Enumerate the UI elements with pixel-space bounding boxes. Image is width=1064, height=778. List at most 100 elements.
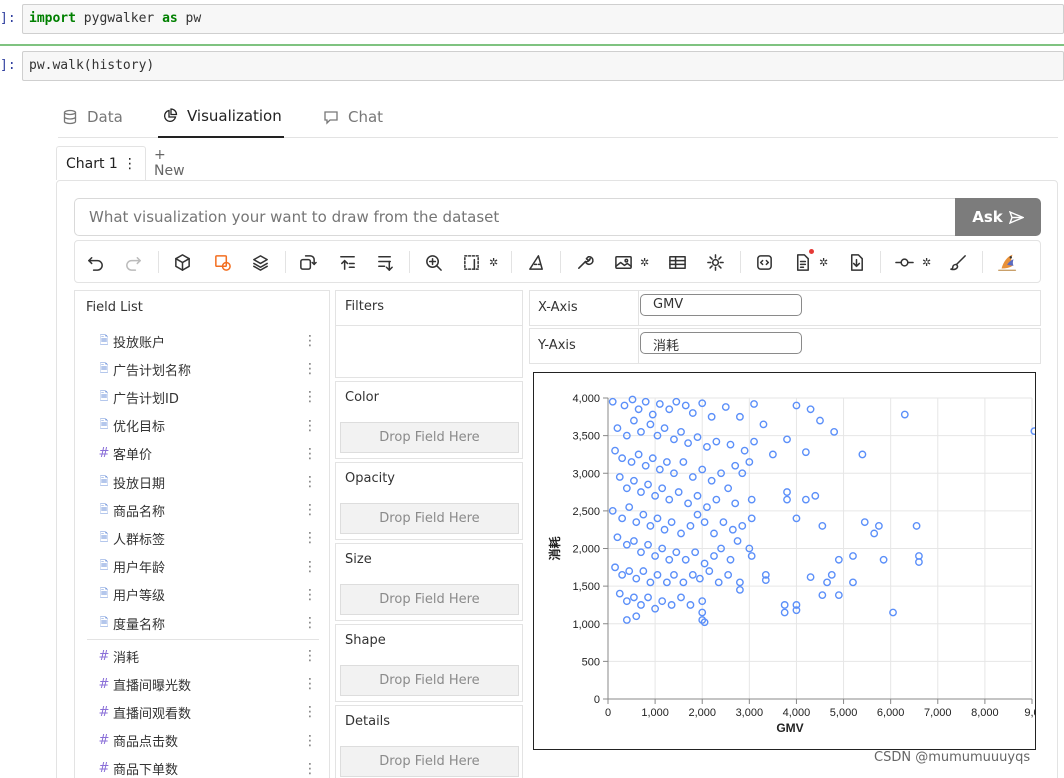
field-item-dimension[interactable]: 🗎 人群标签 ⋮ <box>97 528 317 548</box>
color-drop-zone[interactable]: Drop Field Here <box>340 422 519 453</box>
scatter-chart[interactable]: 0 1,000 2,000 3,000 4,000 5,000 6,000 7,000 8,00… <box>533 372 1036 750</box>
tab-data[interactable]: Data <box>62 96 123 138</box>
scatter-point <box>688 409 697 417</box>
code-editor[interactable]: pw.walk(history) <box>22 51 1064 81</box>
scatter-point <box>806 573 815 581</box>
scatter-point <box>644 480 652 489</box>
scatter-point <box>780 601 789 609</box>
zoom-icon[interactable] <box>422 251 444 273</box>
ask-input[interactable] <box>74 198 956 236</box>
table-icon[interactable] <box>666 251 688 273</box>
field-menu-icon[interactable]: ⋮ <box>303 704 317 720</box>
cube-icon[interactable] <box>171 251 193 273</box>
undo-icon[interactable] <box>84 251 106 273</box>
field-item-dimension[interactable]: 🗎 度量名称 ⋮ <box>97 613 317 633</box>
code-editor[interactable]: import pygwalker as pw <box>22 4 1064 34</box>
field-item-dimension[interactable]: 🗎 投放日期 ⋮ <box>97 472 317 492</box>
tools-icon[interactable] <box>573 251 595 273</box>
spec-icon[interactable] <box>791 251 813 273</box>
scatter-point <box>714 578 723 587</box>
field-menu-icon[interactable]: ⋮ <box>303 446 317 462</box>
ask-button[interactable]: Ask <box>955 198 1041 236</box>
settings-icon[interactable] <box>704 251 726 273</box>
code-cell-walk[interactable]: ]: pw.walk(history) <box>0 51 1064 81</box>
export-image-icon[interactable] <box>612 251 634 273</box>
field-item-dimension[interactable]: 🗎 优化目标 ⋮ <box>97 416 317 436</box>
gear-icon[interactable]: ✲ <box>819 256 828 269</box>
field-item-measure[interactable]: # 商品下单数 ⋮ <box>97 759 317 778</box>
field-item-dimension[interactable]: 🗎 广告计划ID ⋮ <box>97 387 317 407</box>
field-item-dimension[interactable]: # 客单价 ⋮ <box>97 444 317 464</box>
new-chart-button[interactable]: + New <box>154 146 185 180</box>
chart-tab-active[interactable]: Chart 1 ⋮ <box>56 146 146 180</box>
field-menu-icon[interactable]: ⋮ <box>303 559 317 575</box>
field-item-dimension[interactable]: 🗎 商品名称 ⋮ <box>97 500 317 520</box>
field-menu-icon[interactable]: ⋮ <box>303 615 317 631</box>
scatter-point <box>691 548 700 557</box>
scatter-point <box>849 578 857 587</box>
scatter-point <box>667 518 676 527</box>
field-item-measure[interactable]: # 商品点击数 ⋮ <box>97 731 317 751</box>
code-icon[interactable] <box>753 251 775 273</box>
field-item-measure[interactable]: # 直播间曝光数 ⋮ <box>97 674 317 694</box>
field-item-measure[interactable]: # 消耗 ⋮ <box>97 646 317 666</box>
redo-icon[interactable] <box>122 251 144 273</box>
tab-chat[interactable]: Chat <box>323 96 383 138</box>
field-menu-icon[interactable]: ⋮ <box>303 648 317 664</box>
field-menu-icon[interactable]: ⋮ <box>303 361 317 377</box>
download-icon[interactable] <box>845 251 867 273</box>
scatter-point <box>731 499 740 508</box>
x-tick-label: 8,000 <box>971 707 999 719</box>
field-item-dimension[interactable]: 🗎 用户年龄 ⋮ <box>97 557 317 577</box>
y-tick-label: 2,500 <box>572 506 600 518</box>
axis-divider <box>638 329 639 363</box>
scatter-point <box>834 591 843 600</box>
transpose-icon[interactable] <box>296 251 318 273</box>
field-name: 人群标签 <box>113 532 166 548</box>
opacity-drop-zone[interactable]: Drop Field Here <box>340 503 519 534</box>
gear-icon[interactable]: ✲ <box>922 256 931 269</box>
code-cell-import[interactable]: ]: import pygwalker as pw <box>0 4 1064 46</box>
size-drop-zone[interactable]: Drop Field Here <box>340 584 519 615</box>
field-menu-icon[interactable]: ⋮ <box>303 474 317 490</box>
scatter-point <box>733 537 742 545</box>
field-menu-icon[interactable]: ⋮ <box>303 587 317 603</box>
field-menu-icon[interactable]: ⋮ <box>303 333 317 349</box>
x-axis-field-pill[interactable]: GMV <box>640 294 802 316</box>
field-menu-icon[interactable]: ⋮ <box>303 389 317 405</box>
field-menu-icon[interactable]: ⋮ <box>303 733 317 749</box>
layers-icon[interactable] <box>249 251 271 273</box>
cell-prompt: ]: <box>0 58 16 73</box>
field-item-measure[interactable]: # 直播间观看数 ⋮ <box>97 702 317 722</box>
shape-drop-zone[interactable]: Drop Field Here <box>340 665 519 696</box>
brush-icon[interactable] <box>525 251 547 273</box>
sort-desc-icon[interactable] <box>374 251 396 273</box>
field-item-dimension[interactable]: 🗎 用户等级 ⋮ <box>97 585 317 605</box>
size-mode-icon[interactable] <box>460 251 482 273</box>
field-name: 商品点击数 <box>113 735 179 751</box>
tab-visualization[interactable]: Visualization <box>158 96 284 138</box>
database-icon <box>63 109 77 125</box>
field-menu-icon[interactable]: ⋮ <box>303 530 317 546</box>
y-axis-field-pill[interactable]: 消耗 <box>640 332 802 354</box>
field-item-dimension[interactable]: 🗎 广告计划名称 ⋮ <box>97 359 317 379</box>
code-text: pw.walk(history) <box>29 58 155 73</box>
filters-drop-area[interactable] <box>335 326 523 378</box>
gear-icon[interactable]: ✲ <box>640 256 649 269</box>
toolbar-divider <box>740 251 741 273</box>
field-menu-icon[interactable]: ⋮ <box>303 502 317 518</box>
chart-tab-menu-icon[interactable]: ⋮ <box>123 156 137 172</box>
details-drop-zone[interactable]: Drop Field Here <box>340 746 519 777</box>
chart-toolbar: ✲ ✲ ✲ ✲ <box>74 240 1041 283</box>
gear-icon[interactable]: ✲ <box>489 256 498 269</box>
filters-header: Filters <box>335 290 523 326</box>
mark-type-icon[interactable] <box>211 251 233 273</box>
field-menu-icon[interactable]: ⋮ <box>303 418 317 434</box>
field-menu-icon[interactable]: ⋮ <box>303 676 317 692</box>
paint-icon[interactable] <box>947 251 969 273</box>
field-item-dimension[interactable]: 🗎 投放账户 ⋮ <box>97 331 317 351</box>
sort-asc-icon[interactable] <box>336 251 358 273</box>
field-menu-icon[interactable]: ⋮ <box>303 761 317 777</box>
limit-icon[interactable] <box>893 251 915 273</box>
field-list-panel: Field List 🗎 投放账户 ⋮ 🗎 广告计划名称 ⋮ 🗎 广告计划ID ⋮ 🗎 优化目标 ⋮ #… <box>74 290 330 778</box>
